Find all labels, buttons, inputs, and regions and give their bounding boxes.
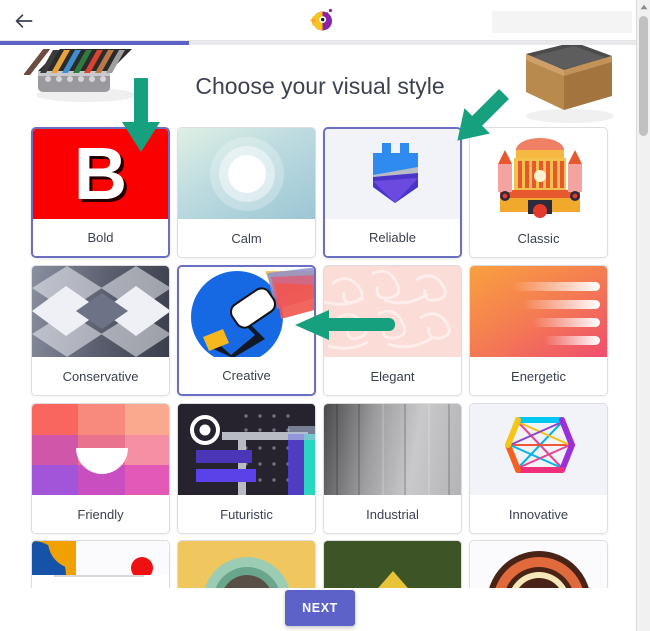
style-thumbnail-art: [325, 129, 460, 219]
style-tile-label: Reliable: [325, 219, 460, 256]
style-thumbnail: [179, 267, 314, 357]
style-tile-label: Classic: [470, 219, 607, 257]
visual-style-grid: B Bold Calm Reliable Classic Conservative Crea…: [31, 127, 609, 534]
style-tile-creative[interactable]: Creative: [177, 265, 316, 396]
style-thumbnail: [325, 129, 460, 219]
search-field-placeholder-box[interactable]: [492, 11, 632, 33]
style-tile-futuristic[interactable]: Futuristic: [177, 403, 316, 534]
scrollbar-thumb[interactable]: [639, 16, 648, 136]
style-tile-label: Elegant: [324, 357, 461, 395]
style-tile-label: Creative: [179, 357, 314, 394]
style-tile-partial[interactable]: [177, 540, 316, 588]
style-thumbnail: B: [33, 129, 168, 219]
style-thumbnail-art: [32, 266, 169, 357]
style-tile-bold[interactable]: B Bold: [31, 127, 170, 258]
next-button[interactable]: NEXT: [285, 590, 355, 626]
style-thumbnail: [470, 266, 607, 357]
style-thumbnail: [32, 266, 169, 357]
style-tile-label: Futuristic: [178, 495, 315, 533]
style-thumbnail: [470, 128, 607, 219]
style-thumbnail-art: [470, 404, 607, 495]
style-tile-reliable[interactable]: Reliable: [323, 127, 462, 258]
page-title: Choose your visual style: [195, 73, 445, 99]
scroll-up-arrow-icon[interactable]: [637, 0, 650, 14]
style-tile-label: Innovative: [470, 495, 607, 533]
app-top-bar: [0, 0, 650, 41]
back-button[interactable]: [10, 8, 38, 34]
page-footer: NEXT: [0, 588, 640, 631]
onboarding-progress-track: [0, 41, 650, 45]
style-thumbnail-art: [179, 267, 314, 357]
style-thumbnail-art: [178, 128, 315, 219]
onboarding-progress-fill: [0, 41, 189, 45]
style-tile-partial[interactable]: [323, 540, 462, 588]
style-thumbnail: [470, 404, 607, 495]
style-tile-elegant[interactable]: Elegant: [323, 265, 462, 396]
style-thumbnail-art: [178, 541, 315, 588]
style-tile-label: Friendly: [32, 495, 169, 533]
style-thumbnail-art: [32, 541, 169, 588]
style-thumbnail: [32, 541, 169, 588]
style-thumbnail-art: [178, 404, 315, 495]
style-thumbnail-art: [470, 128, 607, 219]
style-tile-conservative[interactable]: Conservative: [31, 265, 170, 396]
style-thumbnail: [324, 541, 461, 588]
style-thumbnail: [324, 266, 461, 357]
style-thumbnail-art: [324, 541, 461, 588]
style-thumbnail: [32, 404, 169, 495]
style-tile-partial[interactable]: [31, 540, 170, 588]
style-thumbnail: [178, 128, 315, 219]
style-tile-label: Calm: [178, 219, 315, 257]
back-arrow-icon: [15, 14, 33, 28]
style-tile-calm[interactable]: Calm: [177, 127, 316, 258]
style-tile-classic[interactable]: Classic: [469, 127, 608, 258]
style-thumbnail-art: [470, 541, 607, 588]
style-thumbnail-art: [470, 266, 607, 357]
style-tile-innovative[interactable]: Innovative: [469, 403, 608, 534]
visual-style-grid-row-partial: [31, 540, 609, 588]
style-thumbnail-art: [32, 404, 169, 495]
style-thumbnail: [324, 404, 461, 495]
style-tile-label: Industrial: [324, 495, 461, 533]
style-tile-friendly[interactable]: Friendly: [31, 403, 170, 534]
style-tile-industrial[interactable]: Industrial: [323, 403, 462, 534]
style-thumbnail-art: B: [33, 129, 168, 219]
page-scrollbar[interactable]: [636, 0, 650, 631]
style-tile-label: Energetic: [470, 357, 607, 395]
style-tile-partial[interactable]: [469, 540, 608, 588]
style-thumbnail-art: [324, 404, 461, 495]
style-tile-energetic[interactable]: Energetic: [469, 265, 608, 396]
brand-bird-logo-icon[interactable]: [303, 5, 337, 35]
style-tile-label: Bold: [33, 219, 168, 256]
style-tile-label: Conservative: [32, 357, 169, 395]
style-thumbnail: [178, 541, 315, 588]
style-thumbnail-art: [324, 266, 461, 357]
style-thumbnail: [470, 541, 607, 588]
style-thumbnail: [178, 404, 315, 495]
style-chooser-page: Choose your visual style B Bold Calm Reliab…: [0, 45, 640, 631]
